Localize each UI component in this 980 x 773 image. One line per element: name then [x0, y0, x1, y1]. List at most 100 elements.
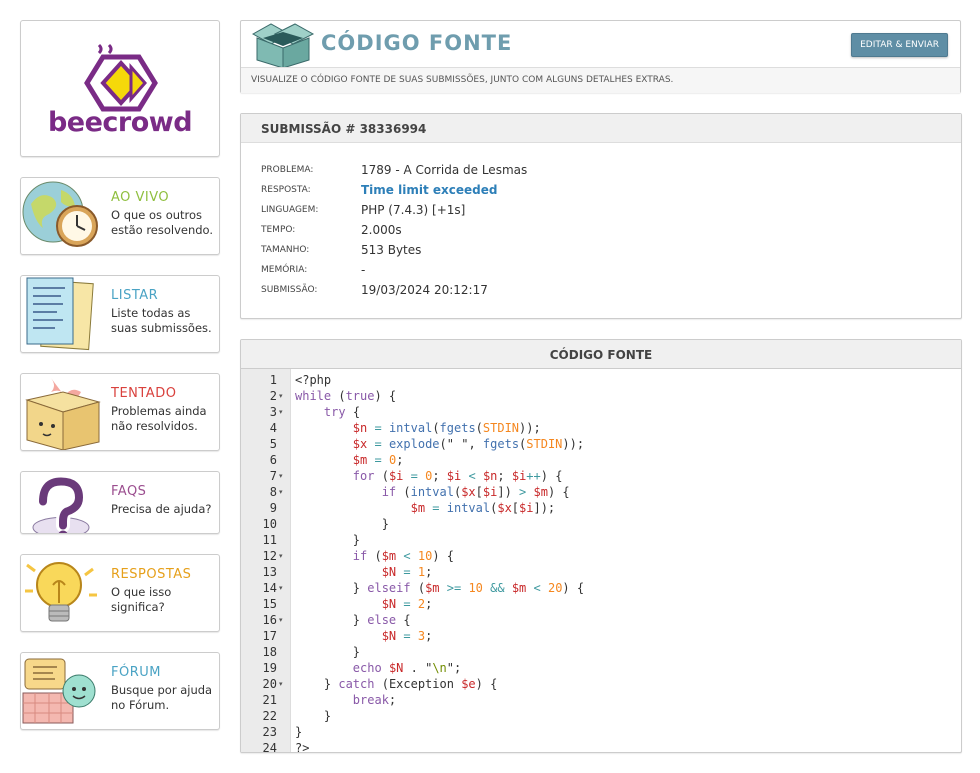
fold-toggle-icon[interactable]: ▾: [279, 404, 287, 420]
fold-toggle-icon[interactable]: ▾: [279, 612, 287, 628]
logo[interactable]: beecrowd: [20, 20, 220, 157]
info-label: SUBMISSÃO:: [261, 285, 318, 295]
info-row-language: LINGUAGEM: PHP (7.4.3) [+1s]: [261, 201, 941, 221]
line-number: 8: [269, 485, 277, 499]
page-title: CÓDIGO FONTE: [321, 31, 513, 55]
sidebar-item-respostas[interactable]: RESPOSTAS O que isso significa?: [20, 554, 220, 632]
info-row-size: TAMANHO: 513 Bytes: [261, 241, 941, 261]
code-line: } else {: [295, 613, 411, 627]
sidebar-item-title: TENTADO: [111, 386, 177, 401]
sidebar-item-desc: O que os outros estão resolvendo.: [111, 208, 214, 237]
sidebar-item-desc: Problemas ainda não resolvidos.: [111, 404, 207, 433]
line-number: 7: [269, 469, 277, 483]
line-number-gutter: 1 2 ▾ 3 ▾ 4 5 6 7 ▾ 8 ▾ 9 10 11 12 ▾ 13 14 ▾ 15 16 ▾ 17 18 19 20 ▾ 2…: [241, 369, 291, 753]
papers-icon: [26, 277, 94, 351]
sidebar-item-desc: O que isso significa?: [111, 585, 172, 614]
sidebar-item-desc: Busque por ajuda no Fórum.: [111, 683, 213, 712]
info-row-problem: PROBLEMA: 1789 - A Corrida de Lesmas: [261, 161, 941, 181]
sidebar-item-title: FÓRUM: [111, 665, 161, 680]
forum-icon: [22, 658, 96, 724]
line-number: 20: [262, 677, 277, 691]
fold-toggle-icon[interactable]: ▾: [279, 580, 287, 596]
fold-toggle-icon[interactable]: ▾: [279, 484, 287, 500]
line-number: 18: [262, 645, 277, 659]
line-number: 19: [262, 661, 277, 675]
box-icon: [25, 378, 101, 450]
code-line: <?php: [295, 373, 332, 387]
line-number: 12: [262, 549, 277, 563]
code-line: }: [295, 533, 361, 547]
line-number: 24: [262, 741, 277, 753]
code-line: $x = explode(" ", fgets(STDIN));: [352, 437, 585, 451]
code-line: $N = 3;: [381, 629, 433, 643]
time-value: 2.000s: [361, 223, 402, 237]
info-label: MEMÓRIA:: [261, 265, 308, 275]
code-editor[interactable]: <?php while (true) { try { $n = intval(fg…: [291, 369, 961, 753]
edit-and-submit-button[interactable]: EDITAR & ENVIAR: [851, 33, 948, 57]
code-line: for ($i = 0; $i < $n; $i++) {: [352, 469, 563, 483]
code-line: ?>: [295, 741, 310, 753]
submission-date-value: 19/03/2024 20:12:17: [361, 283, 488, 297]
code-line: echo $N . "\n";: [352, 661, 462, 675]
code-line: }: [295, 709, 332, 723]
info-label: LINGUAGEM:: [261, 205, 319, 215]
fold-toggle-icon[interactable]: ▾: [279, 468, 287, 484]
code-line: $m = intval($x[$i]);: [410, 501, 556, 515]
line-number: 22: [262, 709, 277, 723]
line-number: 17: [262, 629, 277, 643]
line-number: 21: [262, 693, 277, 707]
info-row-memory: MEMÓRIA: -: [261, 261, 941, 281]
line-number: 5: [269, 437, 277, 451]
line-number: 9: [269, 501, 277, 515]
code-line: }: [295, 725, 303, 739]
page-header: CÓDIGO FONTE EDITAR & ENVIAR VISUALIZE O…: [240, 20, 961, 93]
code-line: }: [295, 645, 361, 659]
sidebar-item-ao-vivo[interactable]: AO VIVO O que os outros estão resolvendo…: [20, 177, 220, 255]
fold-toggle-icon[interactable]: ▾: [279, 676, 287, 692]
page-subtitle: VISUALIZE O CÓDIGO FONTE DE SUAS SUBMISS…: [251, 75, 674, 85]
line-number: 23: [262, 725, 277, 739]
sidebar-item-forum[interactable]: FÓRUM Busque por ajuda no Fórum.: [20, 652, 220, 730]
page-subtitle-bar: VISUALIZE O CÓDIGO FONTE DE SUAS SUBMISS…: [241, 67, 960, 93]
line-number: 14: [262, 581, 277, 595]
line-number: 11: [262, 533, 277, 547]
line-number: 6: [269, 453, 277, 467]
info-label: PROBLEMA:: [261, 165, 314, 175]
code-line: } elseif ($m >= 10 && $m < 20) {: [295, 581, 585, 595]
size-value: 513 Bytes: [361, 243, 422, 257]
sidebar-item-desc: Precisa de ajuda?: [111, 502, 212, 516]
sidebar-item-desc: Liste todas as suas submissões.: [111, 306, 212, 335]
code-line: $N = 2;: [381, 597, 433, 611]
fold-toggle-icon[interactable]: ▾: [279, 388, 287, 404]
code-line: try {: [323, 405, 361, 419]
code-panel: CÓDIGO FONTE 1 2 ▾ 3 ▾ 4 5 6 7 ▾ 8 ▾ 9 10 11 12 ▾ 13 14 ▾ 15…: [240, 339, 962, 753]
memory-value: -: [361, 263, 366, 277]
sidebar-item-title: RESPOSTAS: [111, 567, 192, 582]
code-line: } catch (Exception $e) {: [295, 677, 498, 691]
fold-toggle-icon[interactable]: ▾: [279, 548, 287, 564]
problem-value[interactable]: 1789 - A Corrida de Lesmas: [361, 163, 527, 177]
line-number: 15: [262, 597, 277, 611]
globe-clock-icon: [22, 181, 98, 247]
submission-panel: SUBMISSÃO # 38336994 PROBLEMA: 1789 - A …: [240, 113, 962, 319]
sidebar-item-title: FAQS: [111, 484, 147, 499]
sidebar-item-tentado[interactable]: TENTADO Problemas ainda não resolvidos.: [20, 373, 220, 451]
line-number: 10: [262, 517, 277, 531]
line-number: 13: [262, 565, 277, 579]
info-row-submission-date: SUBMISSÃO: 19/03/2024 20:12:17: [261, 281, 941, 301]
code-line: if ($m < 10) {: [352, 549, 454, 563]
line-number: 4: [269, 421, 277, 435]
code-title: CÓDIGO FONTE: [549, 348, 653, 362]
code-line: $m = 0;: [352, 453, 404, 467]
submission-title: SUBMISSÃO # 38336994: [261, 122, 427, 136]
line-number: 1: [269, 373, 277, 387]
question-icon: [32, 474, 90, 533]
sidebar-item-title: AO VIVO: [111, 190, 170, 205]
code-line: if (intval($x[$i]) > $m) {: [381, 485, 570, 499]
answer-value[interactable]: Time limit exceeded: [361, 183, 497, 197]
beecrowd-logo-icon: [84, 43, 158, 112]
sidebar-item-faqs[interactable]: FAQS Precisa de ajuda?: [20, 471, 220, 534]
sidebar-item-listar[interactable]: LISTAR Liste todas as suas submissões.: [20, 275, 220, 353]
open-box-icon: [251, 23, 315, 68]
code-line: }: [295, 517, 389, 531]
